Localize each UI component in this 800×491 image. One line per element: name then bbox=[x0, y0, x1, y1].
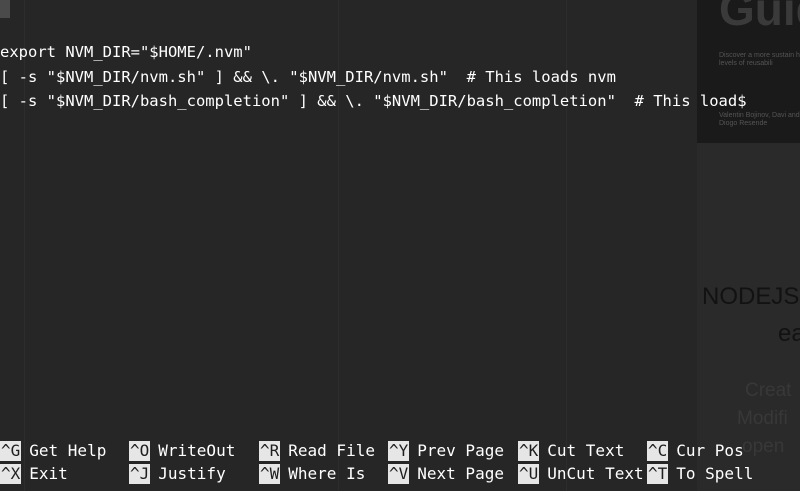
shortcut-label: Read File bbox=[288, 441, 375, 460]
editor-line[interactable]: export NVM_DIR="$HOME/.nvm" bbox=[0, 42, 252, 62]
shortcut-cut-text[interactable]: ^K Cut Text bbox=[518, 441, 624, 461]
shortcut-key: ^Y bbox=[388, 441, 410, 461]
shortcut-to-spell[interactable]: ^T To Spell bbox=[647, 464, 753, 484]
shortcut-writeout[interactable]: ^O WriteOut bbox=[129, 441, 235, 461]
background-list-item: Modifi bbox=[737, 408, 788, 429]
shortcut-label: To Spell bbox=[676, 464, 754, 483]
shortcut-next-page[interactable]: ^V Next Page bbox=[388, 464, 504, 484]
shortcut-key: ^T bbox=[647, 464, 669, 484]
shortcut-key: ^X bbox=[0, 464, 22, 484]
shortcut-label: Prev Page bbox=[417, 441, 504, 460]
window-tab-stub bbox=[0, 0, 10, 18]
shortcut-key: ^C bbox=[647, 441, 669, 461]
shortcut-cur-pos[interactable]: ^C Cur Pos bbox=[647, 441, 744, 461]
shortcut-uncut-text[interactable]: ^U UnCut Text bbox=[518, 464, 644, 484]
shortcut-read-file[interactable]: ^R Read File bbox=[259, 441, 375, 461]
shortcut-label: Justify bbox=[158, 464, 226, 483]
shortcut-label: Next Page bbox=[417, 464, 504, 483]
background-heading-line-2: ea bbox=[778, 320, 800, 347]
shortcut-justify[interactable]: ^J Justify bbox=[129, 464, 226, 484]
editor-line[interactable]: [ -s "$NVM_DIR/nvm.sh" ] && \. "$NVM_DIR… bbox=[0, 67, 616, 87]
shortcut-label: WriteOut bbox=[158, 441, 236, 460]
shortcut-key: ^G bbox=[0, 441, 22, 461]
book-cover-thumbnail: Guid Discover a more sustain high levels… bbox=[697, 0, 800, 143]
shortcut-key: ^J bbox=[129, 464, 151, 484]
shortcut-prev-page[interactable]: ^Y Prev Page bbox=[388, 441, 504, 461]
shortcut-key: ^U bbox=[518, 464, 540, 484]
shortcut-label: Get Help bbox=[29, 441, 107, 460]
editor-line[interactable]: [ -s "$NVM_DIR/bash_completion" ] && \. … bbox=[0, 91, 747, 111]
book-authors: Valentin Bojinov, Davi and Diogo Resende bbox=[719, 112, 800, 127]
shortcut-key: ^V bbox=[388, 464, 410, 484]
book-description: Discover a more sustain high levels of r… bbox=[719, 52, 800, 67]
shortcut-key: ^R bbox=[259, 441, 281, 461]
shortcut-key: ^K bbox=[518, 441, 540, 461]
background-heading: NODEJS bbox=[702, 283, 800, 310]
shortcut-key: ^W bbox=[259, 464, 281, 484]
nano-shortcut-bar: ^G Get Help ^O WriteOut ^R Read File ^Y Prev… bbox=[0, 438, 800, 486]
shortcut-exit[interactable]: ^X Exit bbox=[0, 464, 68, 484]
book-title: Guid bbox=[719, 0, 800, 35]
shortcut-key: ^O bbox=[129, 441, 151, 461]
shortcut-where-is[interactable]: ^W Where Is bbox=[259, 464, 365, 484]
shortcut-label: Cut Text bbox=[547, 441, 625, 460]
shortcut-label: Where Is bbox=[288, 464, 366, 483]
background-list-item: Creat bbox=[745, 380, 792, 401]
shortcut-label: Exit bbox=[29, 464, 68, 483]
shortcut-label: UnCut Text bbox=[547, 464, 644, 483]
shortcut-label: Cur Pos bbox=[676, 441, 744, 460]
shortcut-get-help[interactable]: ^G Get Help bbox=[0, 441, 106, 461]
